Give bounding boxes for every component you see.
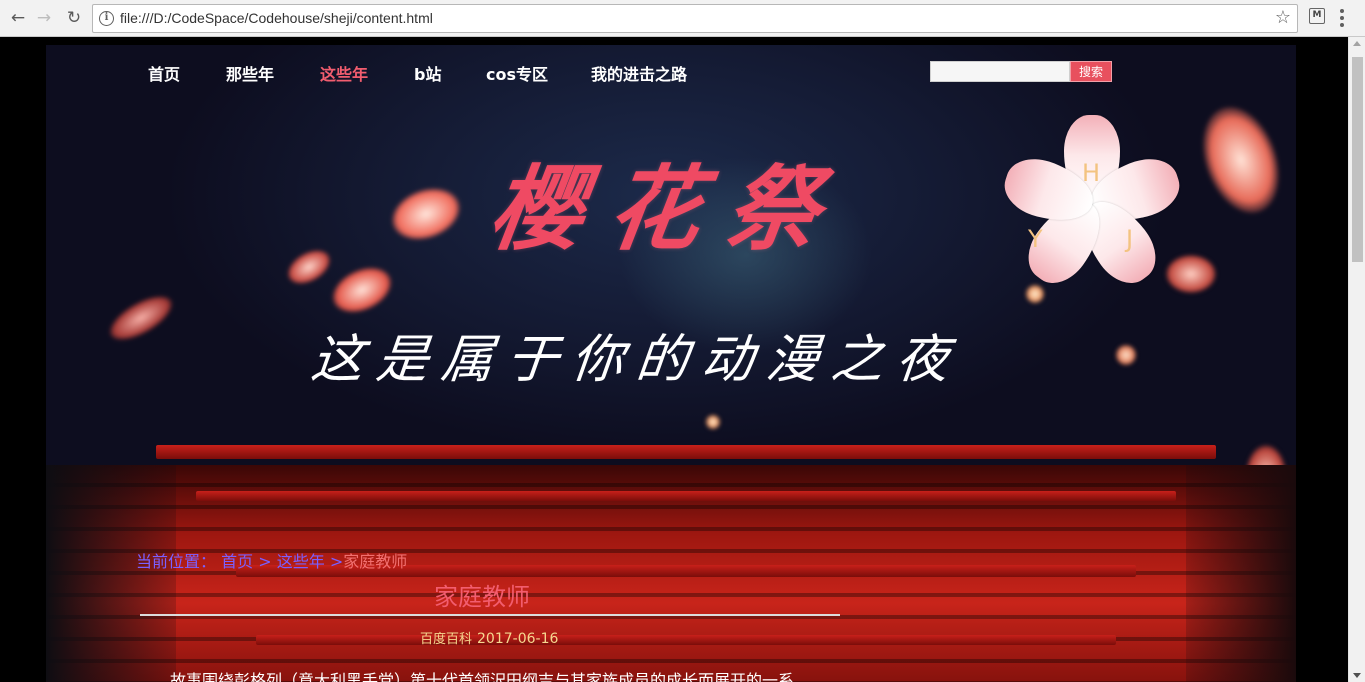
bookmark-star-icon[interactable]: ☆ [1275, 7, 1291, 28]
address-bar[interactable]: i file:///D:/CodeSpace/Codehouse/sheji/c… [92, 4, 1298, 33]
browser-menu-icon[interactable] [1340, 9, 1344, 30]
article-source: 百度百科 [420, 632, 473, 647]
temple-roof [256, 635, 1116, 645]
article-date: 2017-06-16 [477, 631, 559, 647]
logo-letter: J [1126, 225, 1134, 253]
nav-item-cos[interactable]: cos专区 [486, 61, 548, 85]
article-title: 家庭教师 [434, 583, 530, 611]
browser-toolbar: ← → ↻ i file:///D:/CodeSpace/Codehouse/s… [0, 0, 1365, 37]
article-body: 故事围绕彭格列（意大利黑手党）第十代首领沢田纲吉与其家族成员的成长而展开的一系 [170, 671, 795, 682]
nav-item-those-years[interactable]: 那些年 [226, 61, 274, 85]
sakura-logo-icon: H Y J [976, 115, 1187, 302]
nav-item-these-years[interactable]: 这些年 [320, 61, 368, 85]
bokeh-light [706, 415, 720, 429]
scroll-down-arrow-icon[interactable] [1353, 673, 1361, 678]
banner-subtitle: 这是属于你的动漫之夜 [308, 330, 965, 390]
breadcrumb-section-link[interactable]: 这些年 [277, 552, 325, 571]
vertical-scrollbar[interactable] [1348, 37, 1365, 682]
hero-banner: 首页 那些年 这些年 b站 cos专区 我的进击之路 搜索 樱花祭 H Y J … [46, 45, 1296, 682]
breadcrumb-separator: > [258, 552, 272, 571]
bokeh-light [1189, 96, 1293, 224]
title-divider [140, 614, 840, 616]
bokeh-light [103, 287, 179, 349]
breadcrumb-home-link[interactable]: 首页 [221, 552, 253, 571]
nav-item-my-path[interactable]: 我的进击之路 [591, 61, 687, 85]
reload-icon[interactable]: ↻ [62, 6, 86, 30]
page-viewport: 首页 那些年 这些年 b站 cos专区 我的进击之路 搜索 樱花祭 H Y J … [0, 37, 1348, 682]
logo-letter: H [1082, 159, 1101, 187]
breadcrumb-label: 当前位置： [136, 552, 217, 571]
breadcrumb-current: 家庭教师 [343, 552, 408, 571]
temple-shadow-left [46, 465, 176, 682]
info-icon[interactable]: i [99, 11, 114, 26]
nav-item-home[interactable]: 首页 [148, 61, 180, 85]
bokeh-light [384, 179, 468, 249]
temple-roof [196, 491, 1176, 501]
breadcrumb-separator: > [329, 552, 344, 571]
scroll-up-arrow-icon[interactable] [1353, 41, 1361, 46]
search-button[interactable]: 搜索 [1070, 61, 1112, 82]
temple-roof [156, 445, 1216, 459]
logo-letter: Y [1028, 225, 1043, 253]
back-arrow-icon[interactable]: ← [6, 6, 30, 30]
breadcrumb: 当前位置： 首页 > 这些年 >家庭教师 [136, 548, 407, 572]
url-text[interactable]: file:///D:/CodeSpace/Codehouse/sheji/con… [120, 10, 433, 26]
bokeh-light [282, 243, 336, 291]
bokeh-light [325, 258, 399, 322]
article-meta: 百度百科 2017-06-16 [420, 628, 558, 647]
bokeh-light [1116, 345, 1136, 365]
forward-arrow-icon[interactable]: → [32, 6, 56, 30]
banner-title: 樱花祭 [483, 155, 853, 263]
temple-shadow-right [1186, 465, 1296, 682]
search-input[interactable] [930, 61, 1070, 82]
extension-icon[interactable]: M [1309, 8, 1325, 24]
scrollbar-thumb[interactable] [1352, 57, 1363, 262]
nav-item-bilibili[interactable]: b站 [414, 61, 441, 85]
